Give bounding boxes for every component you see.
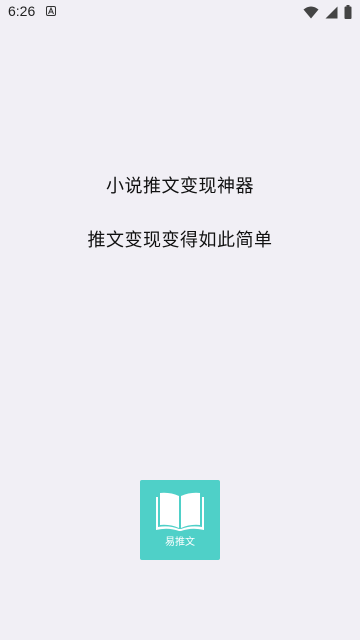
status-bar: 6:26 — [0, 0, 360, 24]
battery-icon — [344, 5, 352, 19]
wifi-icon — [303, 6, 319, 19]
signal-icon — [325, 6, 338, 19]
status-time: 6:26 — [8, 3, 36, 19]
book-icon — [154, 490, 206, 538]
app-logo: 易推文 — [140, 480, 220, 560]
app-name-label: 易推文 — [165, 537, 195, 548]
status-icons — [303, 4, 352, 20]
notification-a-icon — [46, 6, 56, 16]
headline-subtitle: 推文变现变得如此简单 — [87, 230, 273, 251]
headline-title: 小说推文变现神器 — [106, 176, 254, 197]
